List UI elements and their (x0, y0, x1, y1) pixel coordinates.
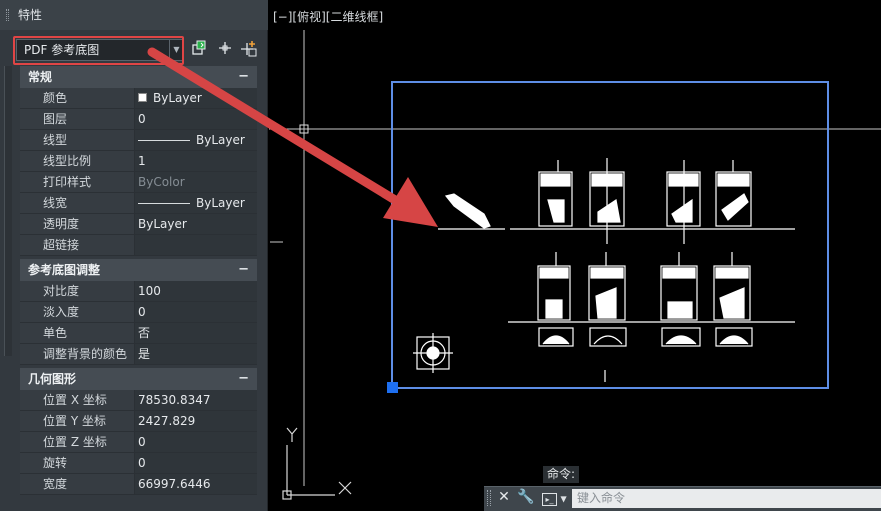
drawing-overlay (147, 30, 881, 500)
wrench-icon[interactable]: 🔧 (517, 487, 535, 507)
base-grip[interactable] (387, 382, 398, 393)
annotation-arrow (147, 47, 438, 227)
autocad-window: 特性 PDF 参考底图 ▼ 常规 − 颜色 ByLayer 图层 0 线型 ByLayer… (0, 0, 881, 511)
underlay-drawing-content (413, 158, 795, 382)
ucs-icon (282, 427, 352, 500)
command-line-grip[interactable] (487, 490, 491, 506)
crosshair-cursor (269, 30, 881, 486)
command-history-tab[interactable]: 命令: (543, 466, 580, 483)
command-prompt-icon[interactable]: ▸_ ▼ (542, 489, 568, 508)
underlay-selection-frame[interactable] (391, 81, 829, 389)
close-icon[interactable]: ✕ (495, 487, 513, 507)
command-input[interactable]: 键入命令 (572, 489, 881, 508)
